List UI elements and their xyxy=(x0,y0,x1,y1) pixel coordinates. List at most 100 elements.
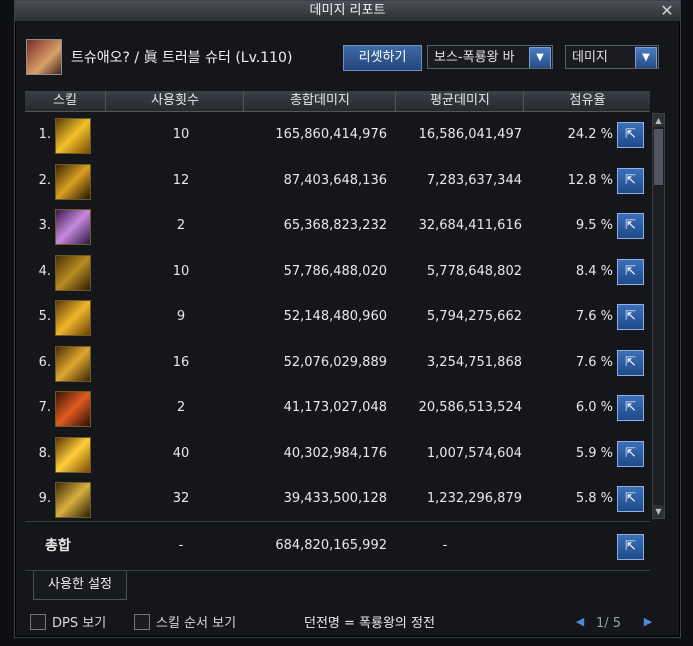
use-count: 2 xyxy=(176,400,186,415)
damage-share: 7.6 % xyxy=(575,354,613,370)
tab-used-settings[interactable]: 사용한 설정 xyxy=(33,571,127,600)
metric-type-value: 데미지 xyxy=(572,50,608,65)
column-header-uses[interactable]: 사용횟수 xyxy=(105,91,244,111)
total-damage: 57,786,488,020 xyxy=(283,263,387,279)
metric-type-select[interactable]: 데미지 ▼ xyxy=(565,45,659,69)
row-share-button[interactable]: ⇱ xyxy=(617,258,644,285)
character-name: 트슈애오? / 眞 트러블 슈터 (Lv.110) xyxy=(71,50,293,66)
row-share-button[interactable]: ⇱ xyxy=(617,304,644,330)
share-icon: ⇱ xyxy=(625,445,636,461)
skill-order-label: 스킬 순서 보기 xyxy=(156,616,237,631)
boss-mode-value: 보스-폭룡왕 바 xyxy=(434,50,515,65)
table-row: 3. 2 65,368,823,232 32,684,411,616 9.5 % ⇱ xyxy=(25,203,650,248)
column-header-total[interactable]: 총합데미지 xyxy=(243,91,396,111)
share-icon: ⇱ xyxy=(625,539,636,554)
average-damage: 16,586,041,497 xyxy=(418,127,522,142)
damage-share: 6.0 % xyxy=(575,400,613,415)
dps-view-label: DPS 보기 xyxy=(52,616,107,631)
scroll-up-icon[interactable]: ▲ xyxy=(653,114,664,127)
share-icon: ⇱ xyxy=(625,172,636,188)
skill-order-checkbox[interactable] xyxy=(134,614,150,630)
row-share-button[interactable]: ⇱ xyxy=(617,395,644,421)
summary-total: 684,820,165,992 xyxy=(275,538,387,553)
rank-number: 4. xyxy=(38,263,51,279)
damage-share: 12.8 % xyxy=(567,172,613,188)
total-damage: 40,302,984,176 xyxy=(283,445,387,461)
share-icon: ⇱ xyxy=(625,354,636,370)
total-damage: 41,173,027,048 xyxy=(283,400,387,415)
skill-icon xyxy=(55,436,91,473)
column-header-average[interactable]: 평균데미지 xyxy=(395,91,524,111)
scroll-down-icon[interactable]: ▼ xyxy=(653,505,664,518)
page-indicator: 1/ 5 xyxy=(596,616,622,631)
column-header-skill[interactable]: 스킬 xyxy=(25,91,105,111)
summary-uses: - xyxy=(178,538,184,553)
boss-mode-select[interactable]: 보스-폭룡왕 바 ▼ xyxy=(427,45,553,69)
row-share-button[interactable]: ⇱ xyxy=(617,122,644,148)
use-count: 10 xyxy=(172,263,190,279)
row-share-button[interactable]: ⇱ xyxy=(617,440,644,467)
rank-number: 7. xyxy=(38,400,51,415)
skill-icon xyxy=(55,163,91,200)
table-row: 9. 32 39,433,500,128 1,232,296,879 5.8 % ⇱ xyxy=(25,476,650,521)
use-count: 40 xyxy=(172,445,190,461)
share-icon: ⇱ xyxy=(625,400,636,415)
next-page-icon[interactable]: ▶ xyxy=(640,614,656,630)
average-damage: 7,283,637,344 xyxy=(426,172,522,188)
rank-number: 1. xyxy=(38,127,51,142)
damage-share: 5.9 % xyxy=(575,445,613,461)
damage-share: 24.2 % xyxy=(567,127,613,142)
rank-number: 5. xyxy=(38,309,51,324)
table-scrollbar[interactable]: ▲ ▼ xyxy=(652,113,665,519)
row-share-button[interactable]: ⇱ xyxy=(617,486,644,512)
window-title: 데미지 리포트 xyxy=(309,3,386,18)
window-titlebar[interactable]: 데미지 리포트 xyxy=(15,1,680,22)
table-row: 1. 10 165,860,414,976 16,586,041,497 24.2 % ⇱ xyxy=(25,112,650,157)
total-damage: 87,403,648,136 xyxy=(283,172,387,188)
average-damage: 20,586,513,524 xyxy=(418,400,522,415)
skill-icon xyxy=(55,345,91,382)
table-header: 스킬 사용횟수 총합데미지 평균데미지 점유율 xyxy=(25,91,650,112)
summary-row: 총합 - 684,820,165,992 - ⇱ xyxy=(25,521,650,571)
row-share-button[interactable]: ⇱ xyxy=(617,167,644,194)
average-damage: 5,794,275,662 xyxy=(426,309,522,324)
damage-share: 8.4 % xyxy=(575,263,613,279)
skill-icon xyxy=(55,482,91,518)
avatar xyxy=(26,39,62,75)
total-damage: 65,368,823,232 xyxy=(283,218,387,233)
skill-icon xyxy=(55,118,91,154)
scroll-thumb[interactable] xyxy=(654,129,663,185)
table-row: 8. 40 40,302,984,176 1,007,574,604 5.9 % ⇱ xyxy=(25,431,650,476)
summary-label: 총합 xyxy=(45,538,71,554)
skill-icon xyxy=(55,254,91,291)
average-damage: 3,254,751,868 xyxy=(426,354,522,370)
total-damage: 52,076,029,889 xyxy=(283,354,387,370)
damage-share: 5.8 % xyxy=(575,491,613,506)
rank-number: 3. xyxy=(38,218,51,233)
share-icon: ⇱ xyxy=(625,309,636,324)
share-icon: ⇱ xyxy=(625,263,636,279)
damage-share: 9.5 % xyxy=(575,218,613,233)
reset-button[interactable]: 리셋하기 xyxy=(343,45,422,71)
chevron-down-icon[interactable]: ▼ xyxy=(529,47,551,68)
average-damage: 1,232,296,879 xyxy=(426,491,522,506)
table-row: 4. 10 57,786,488,020 5,778,648,802 8.4 % ⇱ xyxy=(25,249,650,294)
use-count: 32 xyxy=(172,491,190,506)
dps-view-checkbox[interactable] xyxy=(30,614,46,630)
rank-number: 6. xyxy=(38,354,51,370)
skill-icon xyxy=(55,300,91,336)
total-damage: 165,860,414,976 xyxy=(275,127,387,142)
use-count: 9 xyxy=(176,309,186,324)
chevron-down-icon[interactable]: ▼ xyxy=(635,47,657,68)
close-icon[interactable]: ✕ xyxy=(658,2,676,20)
summary-share-button[interactable]: ⇱ xyxy=(617,534,644,560)
rank-number: 8. xyxy=(38,445,51,461)
row-share-button[interactable]: ⇱ xyxy=(617,213,644,239)
row-share-button[interactable]: ⇱ xyxy=(617,349,644,376)
total-damage: 39,433,500,128 xyxy=(283,491,387,506)
table-row: 7. 2 41,173,027,048 20,586,513,524 6.0 % ⇱ xyxy=(25,385,650,430)
summary-average: - xyxy=(442,538,448,553)
table-row: 5. 9 52,148,480,960 5,794,275,662 7.6 % ⇱ xyxy=(25,294,650,339)
prev-page-icon[interactable]: ◀ xyxy=(572,614,588,630)
column-header-share[interactable]: 점유율 xyxy=(523,91,651,111)
